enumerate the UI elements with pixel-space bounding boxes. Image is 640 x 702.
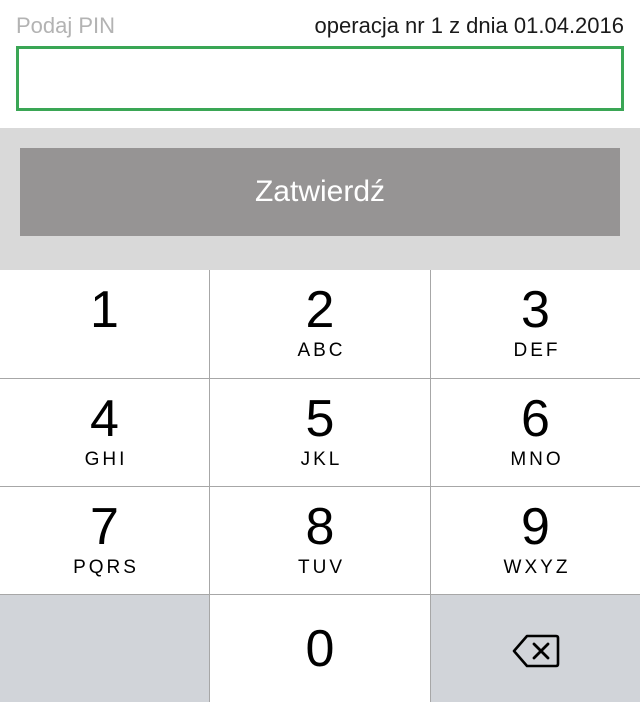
key-digit: 8 xyxy=(305,498,335,556)
key-6[interactable]: 6 MNO xyxy=(431,379,640,486)
key-letters: DEF xyxy=(513,340,561,361)
pin-label: Podaj PIN xyxy=(16,13,116,38)
key-digit: 1 xyxy=(90,281,119,339)
key-7[interactable]: 7 PQRS xyxy=(0,487,209,594)
key-digit: 3 xyxy=(521,281,550,339)
numeric-keypad: 1 2 ABC 3 DEF 4 GHI 5 JKL 6 MNO 7 PQRS 8… xyxy=(0,270,640,702)
key-digit: 9 xyxy=(521,498,550,556)
key-letters: GHI xyxy=(84,449,128,470)
key-digit: 0 xyxy=(305,620,335,678)
key-digit: 5 xyxy=(305,390,335,448)
key-letters: TUV xyxy=(298,557,345,578)
key-4[interactable]: 4 GHI xyxy=(0,379,209,486)
key-1[interactable]: 1 xyxy=(0,270,209,378)
confirm-area: Zatwierdź xyxy=(0,128,640,270)
key-letters: ABC xyxy=(297,340,346,361)
key-0[interactable]: 0 xyxy=(210,595,430,702)
pin-input[interactable] xyxy=(16,46,624,111)
key-empty xyxy=(0,595,209,702)
backspace-icon xyxy=(512,634,559,668)
key-digit: 6 xyxy=(521,390,550,448)
key-5[interactable]: 5 JKL xyxy=(210,379,430,486)
key-digit: 7 xyxy=(90,498,119,556)
key-letters: JKL xyxy=(300,449,343,470)
key-digit: 4 xyxy=(90,390,119,448)
key-letters: MNO xyxy=(510,449,564,470)
key-3[interactable]: 3 DEF xyxy=(431,270,640,378)
key-8[interactable]: 8 TUV xyxy=(210,487,430,594)
key-letters: WXYZ xyxy=(503,557,571,578)
key-letters: PQRS xyxy=(73,557,139,578)
key-digit: 2 xyxy=(305,281,335,339)
key-2[interactable]: 2 ABC xyxy=(210,270,430,378)
operation-info: operacja nr 1 z dnia 01.04.2016 xyxy=(314,13,624,38)
backspace-key[interactable] xyxy=(431,595,640,702)
confirm-button[interactable]: Zatwierdź xyxy=(20,148,620,236)
pin-header-area: Podaj PIN operacja nr 1 z dnia 01.04.201… xyxy=(0,0,640,128)
key-9[interactable]: 9 WXYZ xyxy=(431,487,640,594)
